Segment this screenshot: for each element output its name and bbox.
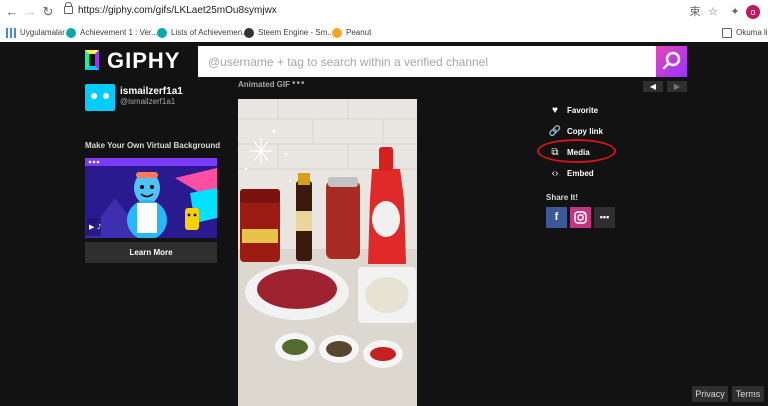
avatar-eye [91, 93, 97, 99]
bookmark-lists-of-achievements[interactable]: Lists of Achievemen... [157, 26, 249, 39]
promo-illustration: ▶ ♪ [85, 158, 217, 238]
gif-type-label: Animated GIF [238, 80, 291, 89]
bookmark-achievement-1[interactable]: Achievement 1 : Ver... [66, 26, 158, 39]
heart-icon: ♥ [552, 105, 558, 116]
privacy-link[interactable]: Privacy [692, 386, 728, 402]
share-title: Share It! [546, 193, 579, 202]
giphy-logo-text: GIPHY [107, 48, 181, 73]
bookmarks-bar: Uygulamalar Achievement 1 : Ver... Lists… [0, 24, 768, 41]
facebook-share-button[interactable]: f [546, 207, 567, 228]
extensions-icon[interactable]: ✦ [728, 5, 742, 19]
chevron-right-icon: ▶ [673, 82, 681, 91]
search-input[interactable]: @username + tag to search within a verif… [198, 46, 656, 77]
apps-grid-icon [6, 27, 16, 38]
instagram-icon [574, 211, 587, 224]
gif-more-button[interactable]: ••• [292, 78, 306, 89]
url-bar[interactable]: https://giphy.com/gifs/LKLaet25mOu8symjw… [78, 5, 277, 16]
more-share-button[interactable]: ••• [594, 207, 615, 228]
gif-image[interactable] [238, 99, 417, 406]
lock-icon[interactable] [64, 2, 73, 14]
chevron-left-icon: ◀ [649, 82, 657, 91]
forward-icon[interactable]: → [22, 4, 38, 20]
reading-list-icon [722, 27, 732, 38]
bookmark-reading-list[interactable]: Okuma list [722, 26, 768, 39]
terms-link[interactable]: Terms [732, 386, 764, 402]
svg-text:♪: ♪ [97, 223, 101, 231]
translate-icon[interactable]: 束 [688, 5, 702, 19]
bookmark-apps[interactable]: Uygulamalar [6, 26, 65, 39]
search-button[interactable] [656, 46, 687, 77]
giphy-logo-icon [85, 50, 99, 70]
gif-content [238, 99, 417, 406]
link-icon: 🔗 [548, 126, 562, 137]
promo-image[interactable]: ▶ ♪ [85, 158, 217, 238]
bookmark-favicon [66, 27, 76, 38]
reload-icon[interactable]: ↻ [40, 4, 56, 20]
back-icon[interactable]: ← [4, 4, 20, 20]
user-avatar[interactable] [85, 84, 115, 111]
promo-title: Make Your Own Virtual Background [85, 141, 221, 150]
previous-gif-button[interactable]: ◀ [643, 81, 663, 92]
bookmark-steem-engine[interactable]: Steem Engine - Sm... [244, 26, 334, 39]
user-name[interactable]: ismailzerf1a1 [120, 86, 183, 97]
profile-avatar[interactable]: o [746, 5, 760, 19]
instagram-share-button[interactable] [570, 207, 591, 228]
bookmark-favicon [157, 27, 167, 38]
address-row: ← → ↻ https://giphy.com/gifs/LKLaet25mOu… [0, 0, 768, 24]
search-icon [662, 51, 681, 70]
bookmark-favicon [332, 27, 342, 38]
user-handle[interactable]: @ismailzerf1a1 [120, 97, 175, 106]
code-icon: ‹› [551, 168, 559, 179]
favorite-label: Favorite [567, 106, 599, 115]
copy-link-label: Copy link [567, 127, 604, 136]
next-gif-button[interactable]: ▶ [667, 81, 687, 92]
svg-text:▶: ▶ [89, 223, 95, 231]
browser-chrome: ← → ↻ https://giphy.com/gifs/LKLaet25mOu… [0, 0, 768, 43]
bookmark-peanut[interactable]: Peanut [332, 26, 371, 39]
bookmark-favicon [244, 27, 254, 38]
avatar-eye [103, 93, 109, 99]
facebook-icon: f [554, 211, 559, 223]
embed-label: Embed [567, 169, 594, 178]
highlight-circle [537, 139, 616, 163]
learn-more-button[interactable]: Learn More [85, 242, 217, 263]
star-icon[interactable]: ☆ [706, 5, 720, 19]
search-placeholder: @username + tag to search within a verif… [208, 55, 489, 69]
